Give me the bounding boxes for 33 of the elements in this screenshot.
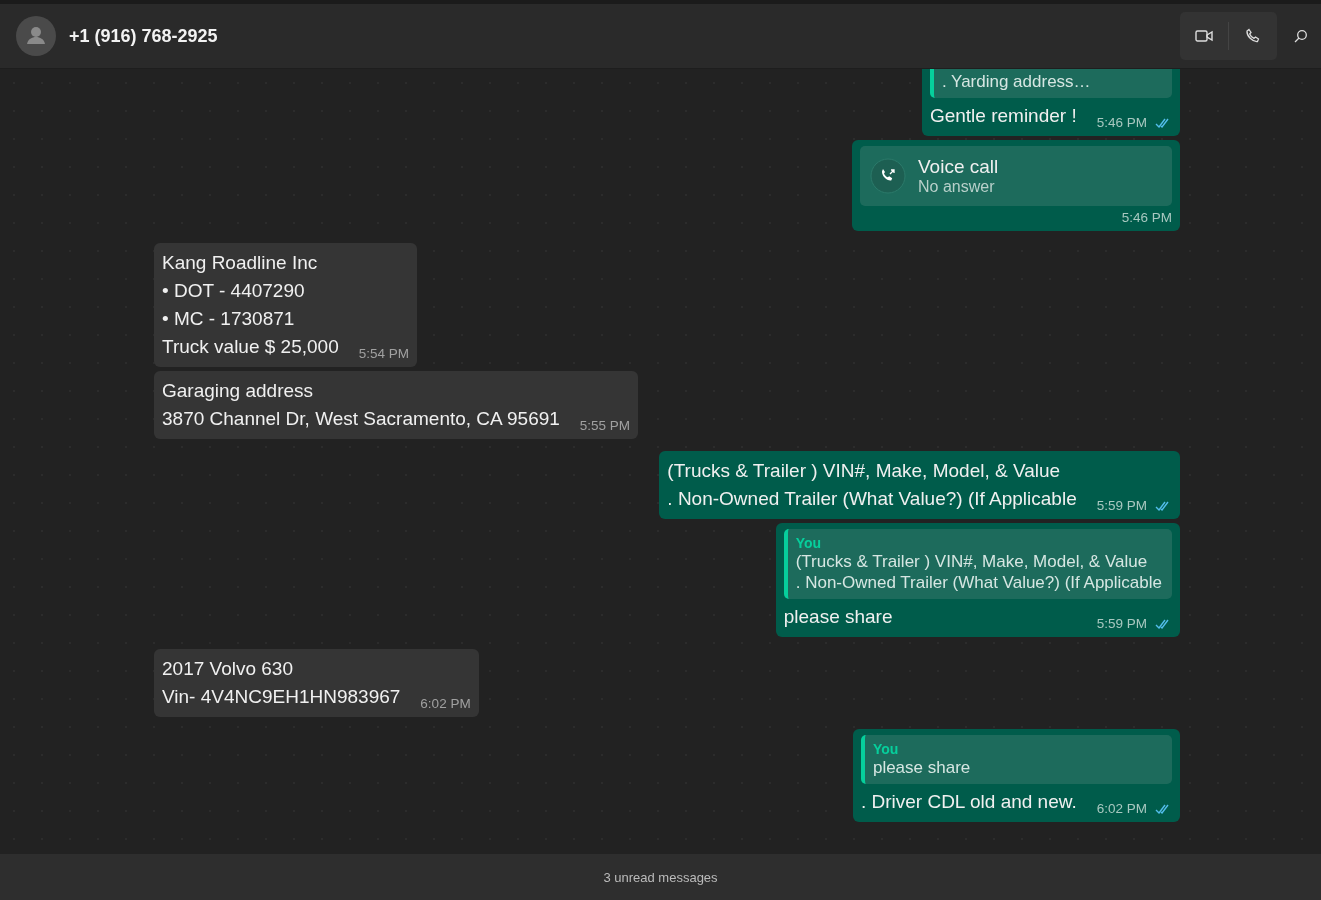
message-time: 5:55 PM [579,418,631,433]
phone-icon [1245,28,1261,44]
message-text: 2017 Volvo 630 Vin- 4V4NC9EH1HN983967 [162,657,401,709]
unread-count-label: 3 unread messages [603,869,718,885]
call-title: Voice call [918,156,999,178]
message-time: 5:59 PM [1096,498,1147,513]
quote-author: You [872,741,900,757]
contact-name[interactable]: +1 (916) 768-2925 [69,25,1180,47]
message-time: 6:02 PM [1096,801,1147,816]
message-text: Gentle reminder ! [929,104,1077,128]
quote-text: (Trucks & Trailer ) VIN#, Make, Model, & Value . Non-Owned Trailer (What Value?) (If Applicable [795,551,1162,593]
message-time: 6:02 PM [420,696,471,711]
call-card[interactable]: Voice call No answer [860,146,1172,206]
message-time: 5:46 PM [1096,115,1147,130]
message-text: (Trucks & Trailer ) VIN#, Make, Model, & Value . Non-Owned Trailer (What Value?) (If Applicable [667,459,1077,511]
quote-text: . Yarding address… [941,71,1092,92]
message-text: Garaging address 3870 Channel Dr, West Sacramento, CA 95691 [162,379,560,431]
quoted-message[interactable]: You (Trucks & Trailer ) VIN#, Make, Model, & Value . Non-Owned Trailer (What Value?) (If Applicable [783,529,1172,599]
message-text: . Driver CDL old and new. [860,790,1077,814]
avatar-icon[interactable] [16,16,56,56]
quote-author: You [795,535,823,551]
message-time: 5:46 PM [1121,210,1172,225]
quoted-message[interactable]: You please share [860,735,1172,784]
call-status: No answer [918,178,996,196]
quote-text: please share [872,757,972,778]
message-time: 5:59 PM [1096,616,1147,631]
message-time: 5:54 PM [358,346,409,361]
video-camera-icon [1195,29,1213,43]
phone-call-icon [870,158,906,194]
message-text: please share [783,605,894,629]
search-icon [1294,29,1308,43]
quoted-message[interactable]: . Yarding address… [929,69,1172,98]
message-text: Kang Roadline Inc • DOT - 4407290 • MC - 1730871 Truck value $ 25,000 [162,251,339,359]
